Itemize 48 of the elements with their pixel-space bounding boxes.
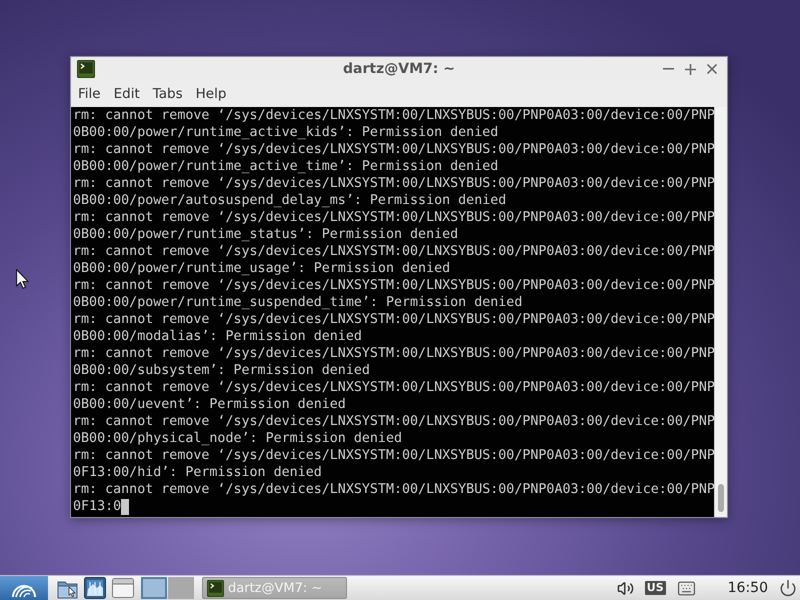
menu-item[interactable]: Tabs (152, 86, 183, 102)
keyboard-icon[interactable] (676, 578, 696, 598)
workspace-tile[interactable] (141, 577, 167, 599)
volume-icon[interactable] (616, 580, 634, 596)
terminal-line: rm: cannot remove ‘/sys/devices/LNXSYSTM:00/LNXSYBUS:00/PNP0A03:00/device:00/PNP (73, 413, 714, 430)
terminal-line: rm: cannot remove ‘/sys/devices/LNXSYSTM:00/LNXSYBUS:00/PNP0A03:00/device:00/PNP (73, 243, 714, 260)
terminal-line: 0B00:00/power/runtime_active_kids’: Permission denied (73, 124, 498, 141)
terminal-line: rm: cannot remove ‘/sys/devices/LNXSYSTM:00/LNXSYBUS:00/PNP0A03:00/device:00/PNP (73, 345, 714, 362)
terminal-line: 0B00:00/power/runtime_usage’: Permission denied (73, 260, 450, 277)
terminal-line: rm: cannot remove ‘/sys/devices/LNXSYSTM:00/LNXSYBUS:00/PNP0A03:00/device:00/PNP (73, 209, 714, 226)
terminal-line: rm: cannot remove ‘/sys/devices/LNXSYSTM:00/LNXSYBUS:00/PNP0A03:00/device:00/PNP (73, 175, 714, 192)
terminal-line: rm: cannot remove ‘/sys/devices/LNXSYSTM:00/LNXSYBUS:00/PNP0A03:00/device:00/PNP (73, 277, 714, 294)
terminal-line: 0B00:00/power/runtime_active_time’: Permission denied (73, 158, 498, 175)
picture-icon[interactable] (84, 577, 106, 599)
menu-item[interactable]: File (78, 86, 101, 102)
minimize-icon (662, 68, 674, 70)
window-icon[interactable] (112, 578, 134, 598)
terminal-line: 0F13:00/hid’: Permission denied (73, 464, 322, 481)
text-cursor (121, 498, 130, 514)
terminal-line: rm: cannot remove ‘/sys/devices/LNXSYSTM:00/LNXSYBUS:00/PNP0A03:00/device:00/PNP (73, 141, 714, 158)
power-icon[interactable] (779, 579, 797, 597)
terminal-line: 0B00:00/uevent’: Permission denied (73, 396, 346, 413)
maximize-icon (684, 64, 696, 74)
scrollbar[interactable] (714, 107, 727, 517)
terminal-line: 0B00:00/power/runtime_suspended_time’: Permission denied (73, 294, 522, 311)
terminal-icon (77, 60, 95, 78)
terminal-line: 0B00:00/power/runtime_status’: Permission denied (73, 226, 458, 243)
terminal-line: rm: cannot remove ‘/sys/devices/LNXSYSTM:00/LNXSYBUS:00/PNP0A03:00/device:00/PNP (73, 379, 714, 396)
start-menu-button[interactable] (0, 576, 48, 600)
terminal-line: 0B00:00/power/autosuspend_delay_ms’: Permission denied (73, 192, 506, 209)
terminal-line: 0B00:00/modalias’: Permission denied (73, 328, 362, 345)
window-title: dartz@VM7: ~ (343, 61, 455, 77)
terminal-icon (207, 580, 224, 596)
scrollbar-thumb[interactable] (718, 484, 724, 512)
clock[interactable]: 16:50 (728, 580, 768, 596)
menu-item[interactable]: Help (196, 86, 226, 102)
terminal-line: 0F13:0 (73, 498, 122, 515)
terminal-line: 0B00:00/physical_node’: Permission denied (73, 430, 402, 447)
terminal-line: rm: cannot remove ‘/sys/devices/LNXSYSTM:00/LNXSYBUS:00/PNP0A03:00/device:00/PNP (73, 447, 714, 464)
terminal-line: rm: cannot remove ‘/sys/devices/LNXSYSTM:00/LNXSYBUS:00/PNP0A03:00/device:00/PNP (73, 481, 714, 498)
mouse-pointer-icon (16, 269, 29, 289)
terminal-line: rm: cannot remove ‘/sys/devices/LNXSYSTM:00/LNXSYBUS:00/PNP0A03:00/device:00/PNP (73, 107, 714, 124)
workspace-tile[interactable] (168, 577, 194, 599)
menu-item[interactable]: Edit (114, 86, 140, 102)
close-icon (707, 64, 717, 74)
keyboard-layout-indicator[interactable]: US (644, 581, 666, 595)
terminal-line: 0B00:00/subsystem’: Permission denied (73, 362, 370, 379)
terminal-line: rm: cannot remove ‘/sys/devices/LNXSYSTM:00/LNXSYBUS:00/PNP0A03:00/device:00/PNP (73, 311, 714, 328)
